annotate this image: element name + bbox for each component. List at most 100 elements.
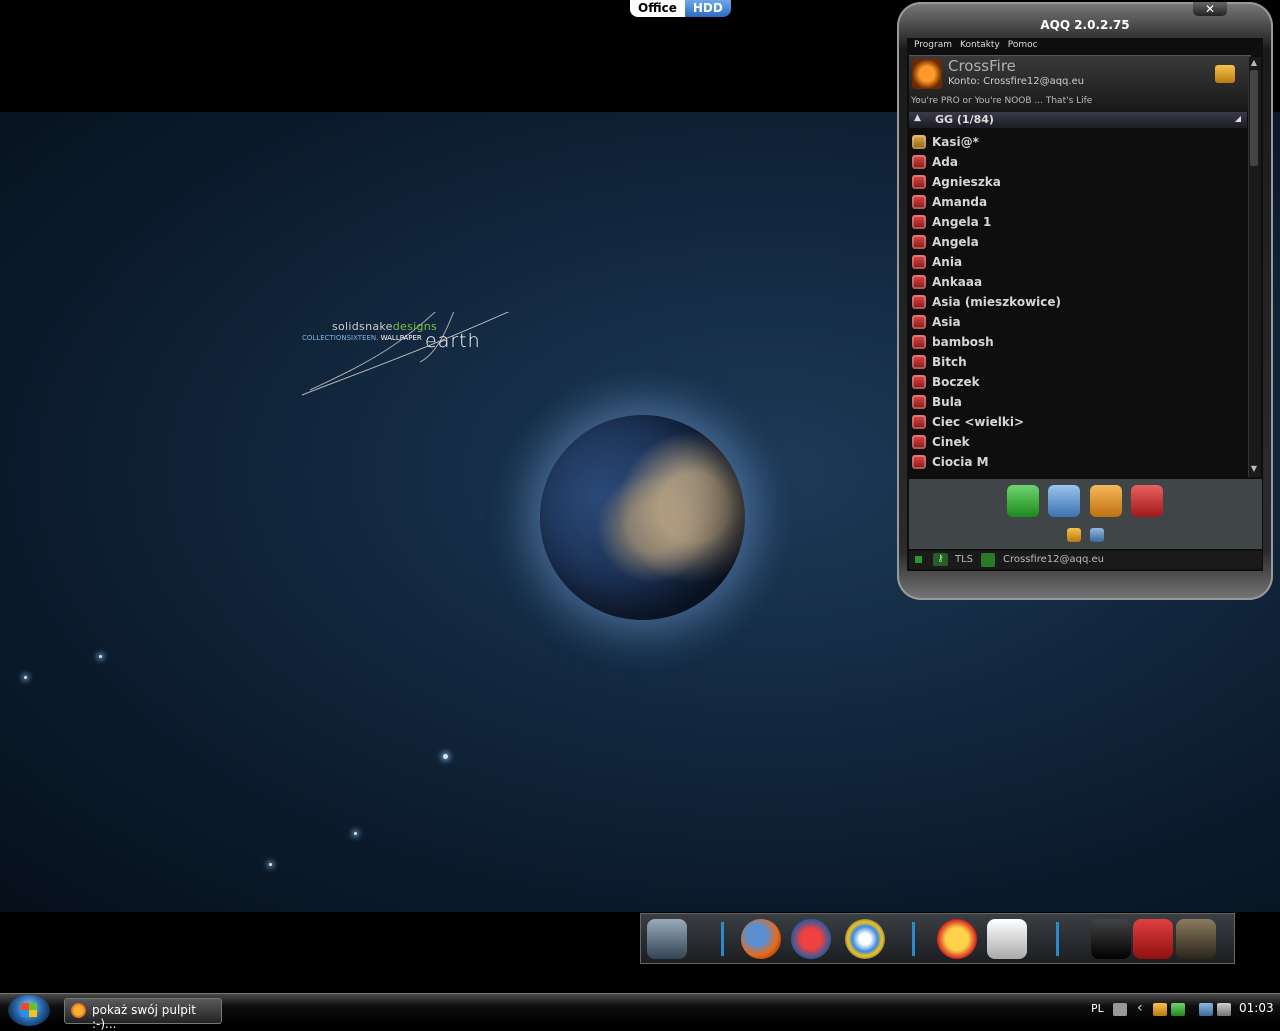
online-indicator-icon <box>915 556 922 563</box>
chevron-left-icon[interactable]: ‹ <box>1137 1000 1143 1016</box>
list-item[interactable]: Ankaaa <box>909 272 1247 292</box>
top-hat-icon[interactable] <box>1091 919 1131 959</box>
profile-panel: CrossFire Konto: Crossfire12@aqq.eu You'… <box>909 55 1251 112</box>
aqq-window: ✕ AQQ 2.0.2.75 Program Kontakty Pomoc Cr… <box>897 2 1273 600</box>
media-player-icon[interactable] <box>791 919 831 959</box>
list-item[interactable]: Agnieszka <box>909 172 1247 192</box>
contact-name: Ciec <wielki> <box>932 415 1025 429</box>
smiley-gear-icon[interactable] <box>937 919 977 959</box>
logo-collection: COLLECTIONSIXTEEN. WALLPAPER <box>302 334 422 342</box>
call-of-duty-icon[interactable] <box>1176 919 1216 959</box>
list-item[interactable]: bambosh <box>909 332 1247 352</box>
language-indicator[interactable]: PL <box>1091 1002 1104 1015</box>
firefox-icon <box>71 1003 86 1018</box>
windows-logo-icon <box>21 1003 37 1017</box>
contact-name: Boczek <box>932 375 980 389</box>
offline-status-icon <box>912 335 926 349</box>
scroll-up-icon[interactable]: ▲ <box>1250 58 1258 67</box>
contact-name: Cinek <box>932 435 970 449</box>
account-label[interactable]: Crossfire12@aqq.eu <box>1003 554 1104 565</box>
offline-status-icon <box>912 355 926 369</box>
collapse-icon[interactable]: ▲ <box>914 113 921 123</box>
firefox-icon[interactable] <box>741 919 781 959</box>
volume-icon[interactable] <box>1217 1003 1231 1016</box>
offline-status-icon <box>912 215 926 229</box>
mahjong-icon[interactable] <box>1133 919 1173 959</box>
list-item[interactable]: Angela <box>909 232 1247 252</box>
list-item[interactable]: Kasi@* <box>909 132 1247 152</box>
star <box>24 676 27 679</box>
list-item[interactable]: Boczek <box>909 372 1247 392</box>
offline-status-icon <box>912 275 926 289</box>
task-label: pokaż swój pulpit :-)... <box>92 1003 196 1031</box>
group-menu-icon[interactable]: ◢ <box>1235 114 1241 123</box>
profile-account: Konto: Crossfire12@aqq.eu <box>948 76 1085 87</box>
phone-icon[interactable] <box>1007 485 1039 517</box>
computer-icon[interactable] <box>647 919 687 959</box>
list-item[interactable]: Asia (mieszkowice) <box>909 292 1247 312</box>
window-title: AQQ 2.0.2.75 <box>1040 18 1130 32</box>
offline-status-icon <box>912 235 926 249</box>
list-item[interactable]: Ciocia M <box>909 452 1247 472</box>
transfer-icon[interactable] <box>1131 485 1163 517</box>
list-item[interactable]: Asia <box>909 312 1247 332</box>
star <box>99 655 102 658</box>
star <box>443 754 448 759</box>
hdd-tab[interactable]: HDD <box>684 0 731 17</box>
offline-status-icon <box>912 415 926 429</box>
list-item[interactable]: Ciec <wielki> <box>909 412 1247 432</box>
menu-bar: Program Kontakty Pomoc <box>914 40 1038 50</box>
gadu-icon[interactable] <box>981 553 995 567</box>
scrollbar-thumb[interactable] <box>1250 70 1258 166</box>
list-item[interactable]: Angela 1 <box>909 212 1247 232</box>
security-label: TLS <box>955 554 974 565</box>
sync-icon[interactable] <box>1171 1003 1185 1016</box>
keyboard-icon[interactable] <box>1113 1003 1127 1016</box>
drive-switcher: Office HDD <box>630 0 731 17</box>
status-badge-icon[interactable] <box>1215 65 1235 83</box>
offline-status-icon <box>912 395 926 409</box>
offline-status-icon <box>912 155 926 169</box>
status-icon[interactable] <box>1067 528 1081 542</box>
offline-status-icon <box>912 435 926 449</box>
offline-status-icon <box>912 255 926 269</box>
ipod-icon[interactable] <box>987 919 1027 959</box>
star <box>269 863 272 866</box>
list-item[interactable]: Cinek <box>909 432 1247 452</box>
network-icon[interactable] <box>1199 1003 1213 1016</box>
list-item[interactable]: Ania <box>909 252 1247 272</box>
list-item[interactable]: Amanda <box>909 192 1247 212</box>
status-bar: ⚷ TLS Crossfire12@aqq.eu <box>909 551 1262 569</box>
internet-explorer-icon[interactable] <box>845 919 885 959</box>
aqq-tray-icon[interactable] <box>1153 1003 1167 1016</box>
start-button[interactable] <box>8 995 50 1026</box>
contact-name: Angela 1 <box>932 215 992 229</box>
dock-bar <box>640 913 1235 964</box>
profile-description[interactable]: You're PRO or You're NOOB ... That's Lif… <box>911 96 1092 106</box>
menu-program[interactable]: Program <box>914 40 952 50</box>
offline-status-icon <box>912 455 926 469</box>
logo-brand: solidsnakedesigns <box>332 320 438 333</box>
media-icon[interactable] <box>1090 485 1122 517</box>
contact-name: Kasi@* <box>932 135 979 149</box>
contact-group-header[interactable]: ▲ GG (1/84) ◢ <box>909 112 1247 128</box>
list-item[interactable]: Bula <box>909 392 1247 412</box>
key-icon: ⚷ <box>933 553 948 566</box>
scroll-down-icon[interactable]: ▼ <box>1250 464 1258 473</box>
mail-icon[interactable] <box>1048 485 1080 517</box>
clock[interactable]: 01:03 <box>1239 1001 1274 1015</box>
menu-kontakty[interactable]: Kontakty <box>960 40 1000 50</box>
contact-name: Ada <box>932 155 958 169</box>
office-tab[interactable]: Office <box>630 0 685 17</box>
list-item[interactable]: Ada <box>909 152 1247 172</box>
logo-earth: earth <box>425 330 481 352</box>
contact-name: Agnieszka <box>932 175 1001 189</box>
contact-name: Asia (mieszkowice) <box>932 295 1062 309</box>
settings-icon[interactable] <box>1090 528 1104 542</box>
taskbar-window-button[interactable]: pokaż swój pulpit :-)... <box>64 998 222 1031</box>
offline-status-icon <box>912 315 926 329</box>
menu-pomoc[interactable]: Pomoc <box>1008 40 1038 50</box>
avatar[interactable] <box>912 59 942 89</box>
close-button[interactable]: ✕ <box>1193 2 1227 16</box>
list-item[interactable]: Bitch <box>909 352 1247 372</box>
